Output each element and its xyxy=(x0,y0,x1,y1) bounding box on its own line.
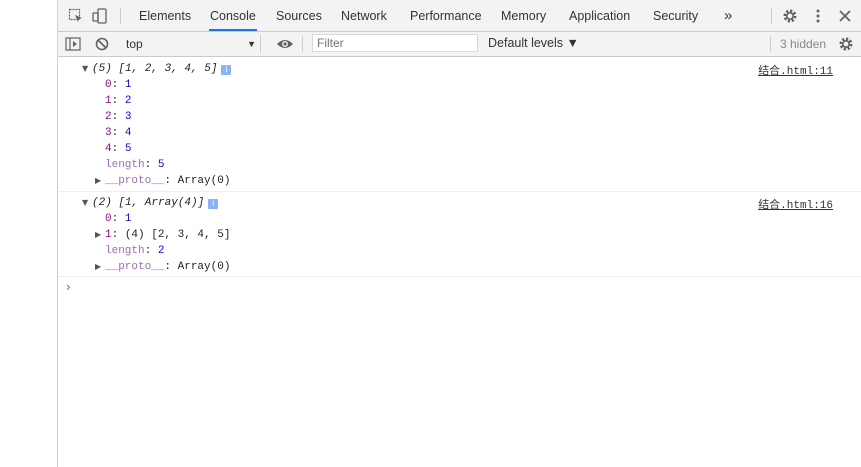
page-viewport xyxy=(0,0,58,467)
context-value: top xyxy=(126,37,143,51)
tab-console[interactable]: Console xyxy=(209,0,257,31)
settings-icon[interactable] xyxy=(781,7,799,25)
divider xyxy=(770,36,771,52)
devtools-tabbar: Elements Console Sources Network Perform… xyxy=(58,0,861,32)
collapsed-triangle-icon: ▶ xyxy=(95,176,102,185)
source-link[interactable]: 结合.html:11 xyxy=(758,62,833,78)
tab-network[interactable]: Network xyxy=(340,0,388,31)
expanded-triangle-icon: ▼ xyxy=(82,64,89,73)
chevron-down-icon: ▼ xyxy=(247,39,256,49)
tab-sources[interactable]: Sources xyxy=(275,0,323,31)
info-icon[interactable]: i xyxy=(221,65,232,75)
devtools-panel: Elements Console Sources Network Perform… xyxy=(58,0,861,467)
source-link[interactable]: 结合.html:16 xyxy=(758,196,833,212)
hidden-messages-count: 3 hidden xyxy=(780,37,827,51)
divider xyxy=(302,36,303,52)
proto-property[interactable]: ▶ __proto__: Array(0) xyxy=(95,259,230,275)
tab-memory[interactable]: Memory xyxy=(500,0,547,31)
expanded-triangle-icon: ▼ xyxy=(82,198,89,207)
device-toolbar-icon[interactable] xyxy=(91,7,109,25)
array-entry: 2: 3 xyxy=(105,111,132,123)
array-preview: (5) [1, 2, 3, 4, 5] xyxy=(92,63,218,75)
tab-security[interactable]: Security xyxy=(652,0,699,31)
array-entry: 4: 5 xyxy=(105,143,132,155)
inspect-icon[interactable] xyxy=(67,7,85,25)
array-entry: 3: 4 xyxy=(105,127,132,139)
collapsed-triangle-icon: ▶ xyxy=(95,262,102,271)
proto-property[interactable]: ▶ __proto__: Array(0) xyxy=(95,173,230,189)
sidebar-toggle-icon[interactable] xyxy=(64,35,82,53)
array-summary[interactable]: ▼ (2) [1, Array(4)] i xyxy=(82,195,219,211)
divider xyxy=(120,8,121,24)
kebab-menu-icon[interactable] xyxy=(809,7,827,25)
tab-elements[interactable]: Elements xyxy=(138,0,192,31)
close-icon[interactable] xyxy=(836,7,854,25)
console-settings-icon[interactable] xyxy=(837,35,855,53)
array-entry: 0: 1 xyxy=(105,213,132,225)
array-summary[interactable]: ▼ (5) [1, 2, 3, 4, 5] i xyxy=(82,61,232,77)
prompt-chevron-icon[interactable]: › xyxy=(66,280,71,294)
log-levels-dropdown[interactable]: Default levels ▼ xyxy=(488,36,579,50)
filter-input[interactable] xyxy=(312,34,478,52)
array-preview: (2) [1, Array(4)] xyxy=(92,197,205,209)
console-toolbar: top ▼ Default levels ▼ 3 hidden xyxy=(58,32,861,57)
eye-icon[interactable] xyxy=(276,35,294,53)
array-entry: 0: 1 xyxy=(105,79,132,91)
tab-performance[interactable]: Performance xyxy=(409,0,483,31)
array-entry: 1: 2 xyxy=(105,95,132,107)
clear-console-icon[interactable] xyxy=(93,35,111,53)
tab-application[interactable]: Application xyxy=(568,0,631,31)
collapsed-triangle-icon: ▶ xyxy=(95,230,102,239)
context-selector[interactable]: top ▼ xyxy=(126,35,261,53)
more-tabs-button[interactable]: » xyxy=(723,0,733,31)
length-property: length: 2 xyxy=(105,245,165,257)
nested-array-entry[interactable]: ▶ 1: (4) [2, 3, 4, 5] xyxy=(95,227,230,243)
info-icon[interactable]: i xyxy=(208,199,219,209)
divider xyxy=(771,8,772,24)
length-property: length: 5 xyxy=(105,159,165,171)
console-message: 结合.html:11 ▼ (5) [1, 2, 3, 4, 5] i 0: 1 1:… xyxy=(58,58,861,192)
console-message: 结合.html:16 ▼ (2) [1, Array(4)] i 0: 1 ▶ 1: … xyxy=(58,192,861,277)
